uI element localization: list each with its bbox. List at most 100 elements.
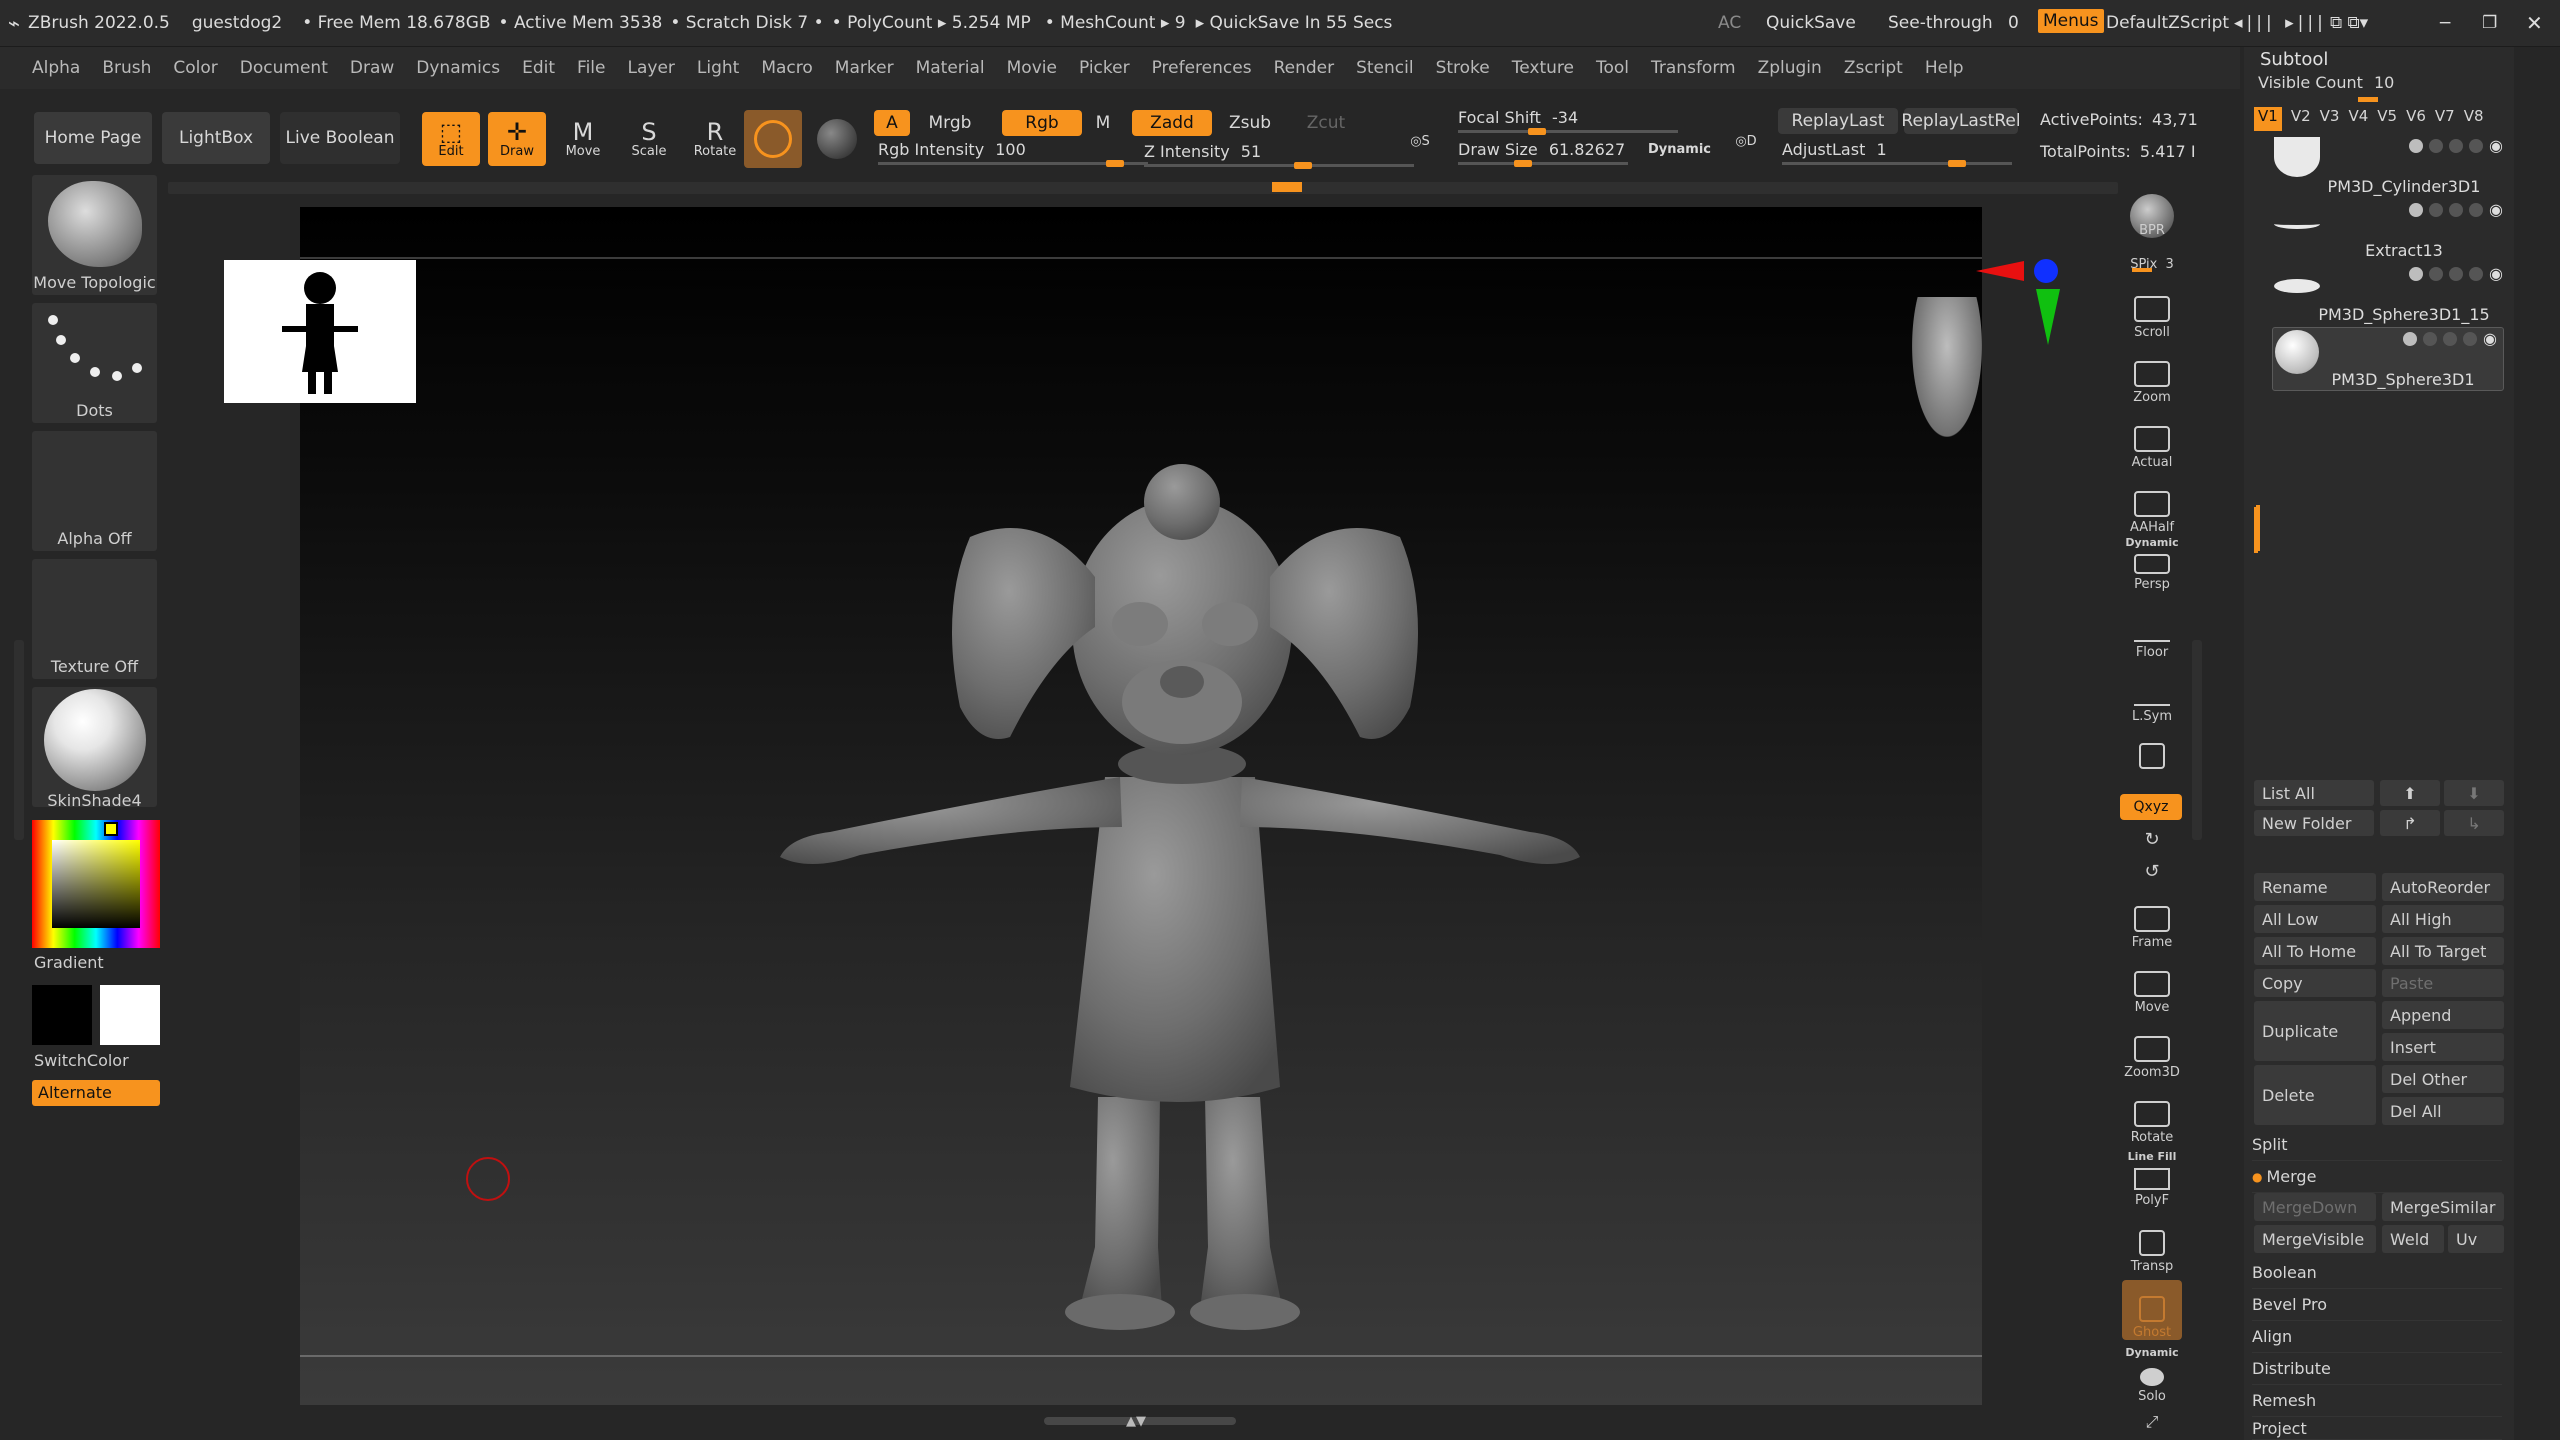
merge-section[interactable]: ● Merge [2252,1161,2502,1193]
rotate-y-button[interactable]: ↻ [2118,822,2186,850]
dog-character-model[interactable] [750,327,1650,1347]
menu-alpha[interactable]: Alpha [32,58,80,78]
live-boolean-button[interactable]: Live Boolean [280,112,400,164]
menu-texture[interactable]: Texture [1512,58,1574,78]
document-canvas[interactable] [300,207,2060,1405]
menu-zscript[interactable]: Zscript [1844,58,1903,78]
boolean-section[interactable]: Boolean [2252,1257,2502,1289]
rotate-mode-button[interactable]: R Rotate [686,112,744,166]
color-picker-square[interactable] [52,840,140,928]
draw-mode-button[interactable]: ✛ Draw [488,112,546,166]
floor-button[interactable]: Floor [2118,602,2186,660]
z-axis-dot-icon[interactable] [2034,259,2058,283]
x-axis-arrow-icon[interactable] [1976,261,2024,281]
eye-icon[interactable]: ◉ [2483,331,2497,347]
all-to-target-button[interactable]: All To Target [2382,937,2504,965]
focal-shift-knob[interactable] [1528,128,1546,135]
version-tab-v5[interactable]: V5 [2377,107,2397,131]
move-down-button[interactable]: ⬇ [2444,780,2504,806]
merge-visible-button[interactable]: MergeVisible [2254,1225,2376,1253]
subtool-toggles[interactable]: ◉ [2409,138,2503,154]
reference-image[interactable] [224,260,416,403]
ui-layout-icon[interactable]: ◂||| ▸||| [2234,13,2327,33]
subtool-toggles[interactable]: ◉ [2409,266,2503,282]
a-toggle[interactable]: A [874,110,910,136]
lsym-button[interactable]: L.Sym [2118,666,2186,724]
delete-button[interactable]: Delete [2254,1065,2376,1125]
menu-help[interactable]: Help [1925,58,1964,78]
bpr-button[interactable]: BPR [2118,182,2186,240]
menu-edit[interactable]: Edit [522,58,555,78]
list-all-button[interactable]: List All [2254,780,2374,806]
z-intensity-slider[interactable]: Z Intensity 51 [1144,142,1414,161]
menu-movie[interactable]: Movie [1007,58,1057,78]
paste-button[interactable]: Paste [2382,969,2504,997]
see-through-slider[interactable]: See-through 0 [1888,13,2019,33]
sculptris-pro-button[interactable] [744,110,802,168]
mrgb-toggle[interactable]: Mrgb [914,110,986,136]
menu-material[interactable]: Material [916,58,985,78]
merge-similar-button[interactable]: MergeSimilar [2382,1193,2504,1221]
polyf-button[interactable]: Line Fill PolyF [2118,1150,2186,1208]
menu-render[interactable]: Render [1274,58,1335,78]
all-low-button[interactable]: All Low [2254,905,2376,933]
switch-color-button[interactable]: SwitchColor [34,1051,169,1070]
subtool-item-sphere-selected[interactable]: ◉ PM3D_Sphere3D1 [2272,327,2504,391]
adjust-last-knob[interactable] [1948,160,1966,167]
duplicate-button[interactable]: Duplicate [2254,1001,2376,1061]
menu-draw[interactable]: Draw [350,58,394,78]
stroke-s-icon[interactable]: ◎S [1392,116,1448,166]
persp-button[interactable]: Dynamic Persp [2118,534,2186,592]
subtool-item-extract[interactable]: ◉ Extract13 [2274,199,2509,263]
menu-file[interactable]: File [577,58,605,78]
menu-macro[interactable]: Macro [761,58,812,78]
rgb-intensity-slider[interactable]: Rgb Intensity 100 [878,140,1148,159]
menu-layer[interactable]: Layer [628,58,675,78]
version-tab-v8[interactable]: V8 [2464,107,2484,131]
dynamic-toggle[interactable]: Dynamic [1648,142,1711,157]
version-tab-v7[interactable]: V7 [2435,107,2455,131]
menu-preferences[interactable]: Preferences [1152,58,1252,78]
merge-down-button[interactable]: MergeDown [2254,1193,2376,1221]
folder-move-out-button[interactable]: ↳ [2444,810,2504,836]
right-tray-collapse-icon[interactable] [2192,640,2202,840]
uv-button[interactable]: Uv [2448,1225,2504,1253]
menu-dynamics[interactable]: Dynamics [416,58,500,78]
project-section[interactable]: Project [2252,1417,2502,1440]
menu-stencil[interactable]: Stencil [1356,58,1413,78]
zadd-toggle[interactable]: Zadd [1132,110,1212,136]
color-picker[interactable] [32,820,160,948]
all-to-home-button[interactable]: All To Home [2254,937,2376,965]
insert-button[interactable]: Insert [2382,1033,2504,1061]
menu-brush[interactable]: Brush [102,58,151,78]
subtool-item-sphere15[interactable]: ◉ PM3D_Sphere3D1_15 [2274,263,2509,327]
menu-stroke[interactable]: Stroke [1436,58,1490,78]
draw-size-knob[interactable] [1514,160,1532,167]
maximize-icon[interactable]: ❐ [2482,13,2497,33]
secondary-color-swatch[interactable] [100,985,160,1045]
aahalf-button[interactable]: AAHalf [2118,477,2186,535]
main-color-swatch[interactable] [32,985,92,1045]
stroke-selector[interactable]: Dots [32,303,157,423]
navigation-head-gizmo[interactable] [1912,297,1982,437]
spix-knob[interactable] [2132,268,2152,272]
autoreorder-button[interactable]: AutoReorder [2382,873,2504,901]
move-up-button[interactable]: ⬆ [2380,780,2440,806]
m-toggle[interactable]: M [1088,110,1118,136]
eye-icon[interactable]: ◉ [2489,138,2503,154]
new-folder-button[interactable]: New Folder [2254,810,2374,836]
gizmo-toggle-button[interactable] [808,110,866,168]
gradient-label[interactable]: Gradient [34,953,169,972]
version-tab-v4[interactable]: V4 [2348,107,2368,131]
menu-marker[interactable]: Marker [835,58,894,78]
zoom-button[interactable]: Zoom [2118,347,2186,405]
align-section[interactable]: Align [2252,1321,2502,1353]
rgb-toggle[interactable]: Rgb [1002,110,1082,136]
lightbox-button[interactable]: LightBox [162,112,270,164]
weld-button[interactable]: Weld [2382,1225,2444,1253]
menu-picker[interactable]: Picker [1079,58,1130,78]
solo-button[interactable]: Dynamic Solo [2118,1346,2186,1404]
scale-mode-button[interactable]: S Scale [620,112,678,166]
folder-move-in-button[interactable]: ↱ [2380,810,2440,836]
edit-mode-button[interactable]: ⬚ Edit [422,112,480,166]
